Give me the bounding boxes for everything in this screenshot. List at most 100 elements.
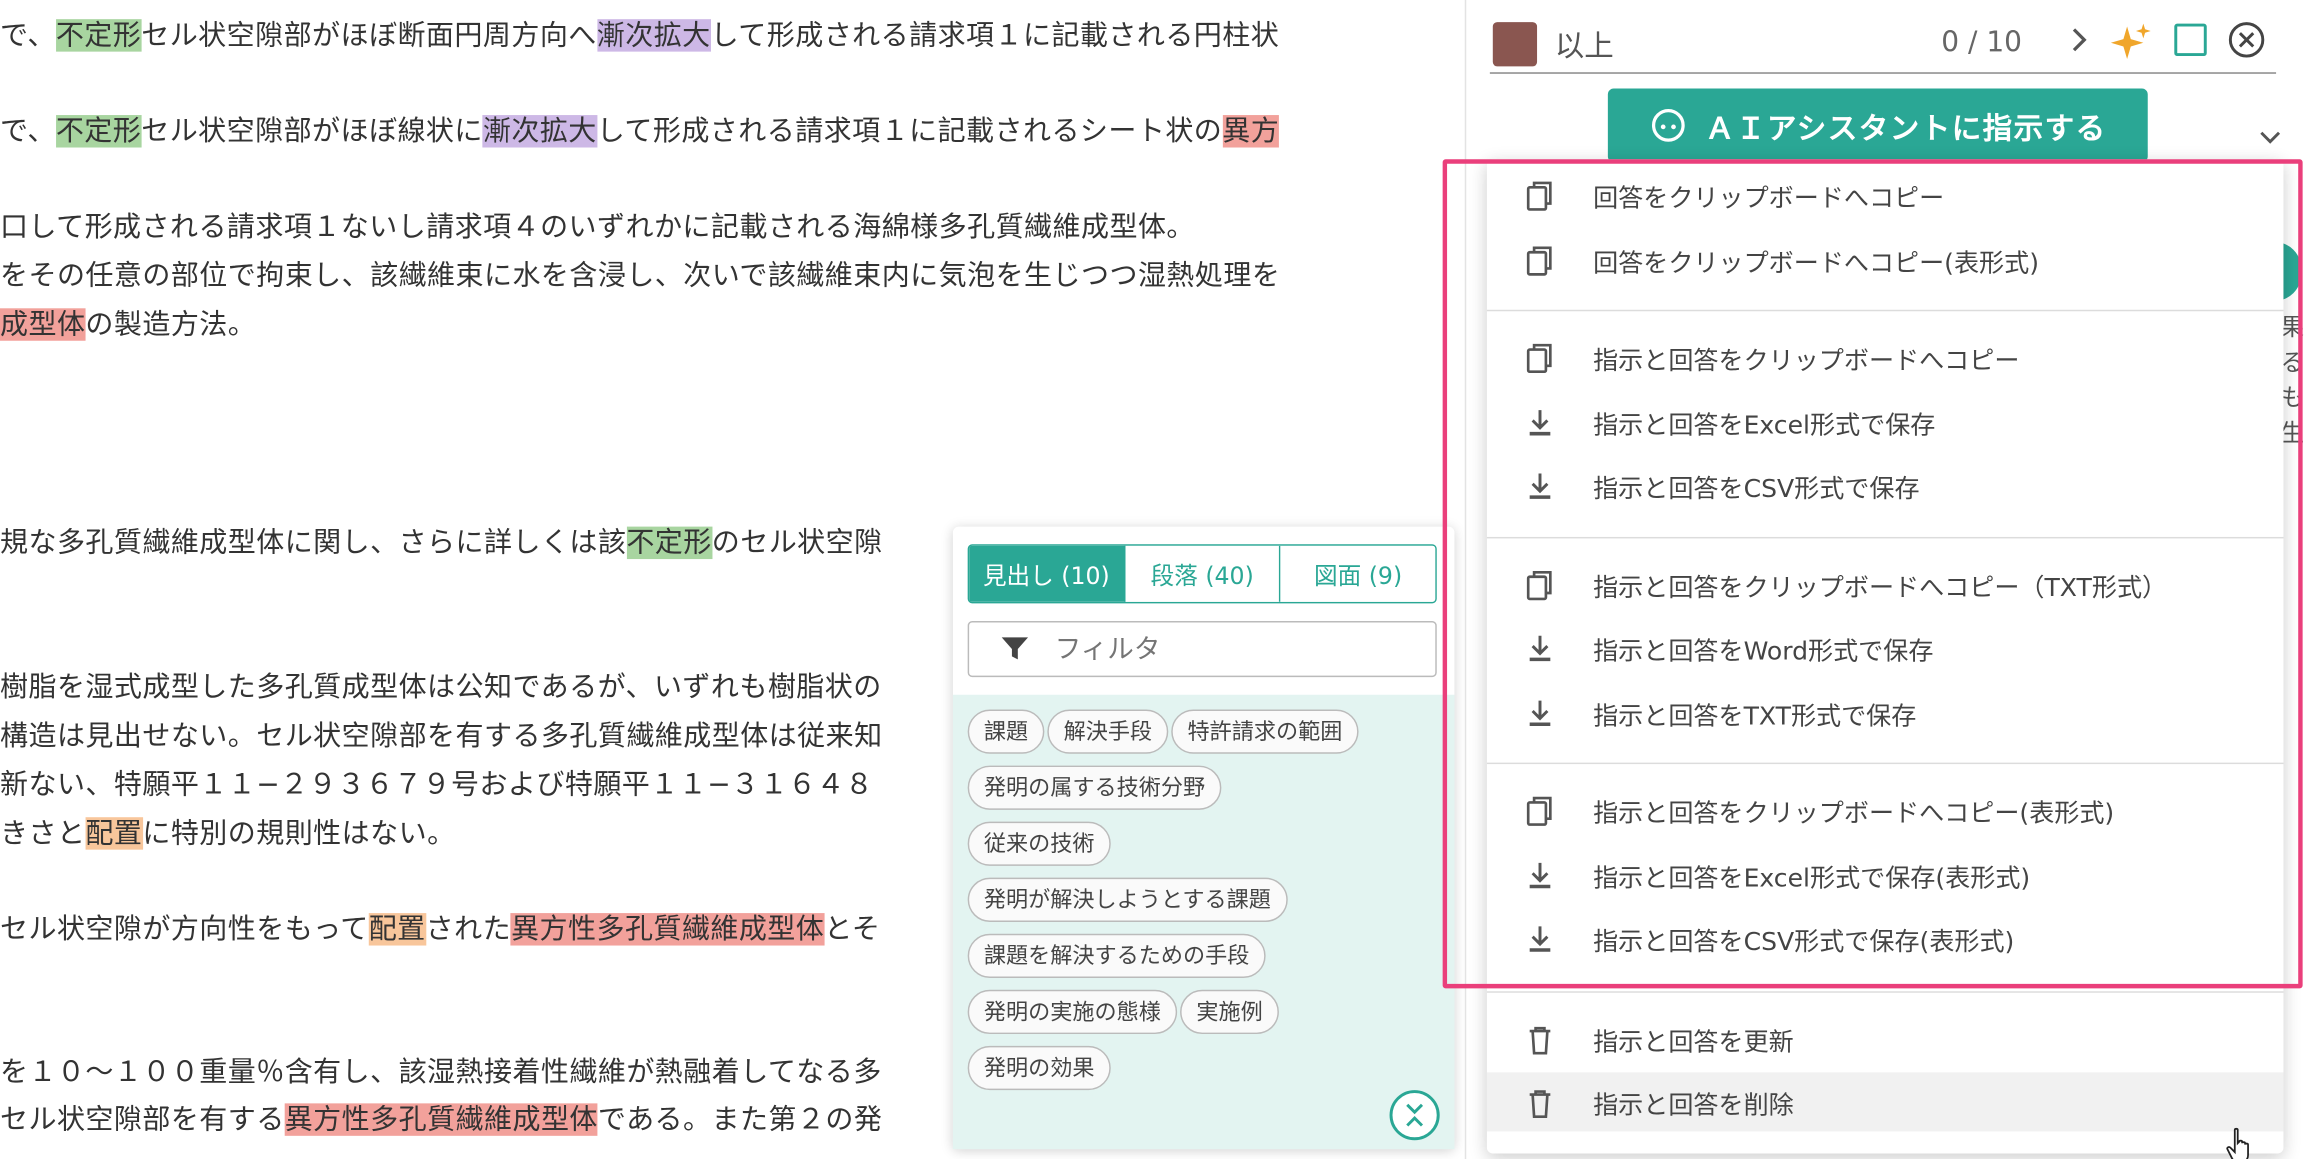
text-segment: して形成される請求項１に記載されるシート状の [596, 115, 1223, 148]
download-icon [1529, 473, 1551, 499]
outline-tabs: 見出し (10) 段落 (40) 図面 (9) [967, 544, 1437, 604]
text-segment: 新ない、特願平１１−２９３６７９号および特願平１１−３１６４８ [0, 768, 874, 801]
text-segment: 口して形成される請求項１ないし請求項４のいずれかに記載される海綿様多孔質繊維成型… [0, 210, 1195, 244]
menu-item[interactable]: 指示と回答をExcel形式で保存(表形式) [1487, 845, 2284, 904]
heading-chip[interactable]: 発明の属する技術分野 [967, 765, 1222, 810]
heading-chip[interactable]: 課題 [967, 709, 1045, 754]
menu-item-label: 指示と回答をクリップボードへコピー（TXT形式） [1593, 573, 2168, 604]
text-segment: に特別の規則性はない。 [142, 817, 456, 850]
document-line: 樹脂を湿式成型した多孔質成型体は公知であるが、いずれも樹脂状の [0, 665, 882, 709]
heading-chip[interactable]: 実施例 [1180, 989, 1279, 1035]
menu-item-label: 指示と回答を更新 [1593, 1028, 1794, 1058]
condition-bar: 以上 0 / 10 [1489, 15, 2277, 74]
chip-row: 課題を解決するための手段 [967, 933, 1440, 990]
heading-chip[interactable]: 従来の技術 [967, 821, 1111, 866]
checkbox-square-icon[interactable] [2174, 23, 2207, 57]
keyword-highlight: 漸次拡大 [482, 115, 597, 148]
chevron-down-icon[interactable] [2257, 127, 2284, 148]
document-line: きさと配置に特別の規則性はない。 [0, 811, 456, 855]
document-line: をその任意の部位で拘束し、該繊維束に水を含浸し、次いで該繊維束内に気泡を生じつつ… [0, 254, 1280, 298]
menu-item-label: 指示と回答をExcel形式で保存(表形式) [1593, 864, 2031, 894]
text-segment: で、 [0, 19, 56, 52]
menu-item[interactable]: 指示と回答をクリップボードへコピー(表形式) [1487, 780, 2284, 839]
menu-item-label: 指示と回答をクリップボードへコピー [1593, 346, 2020, 377]
chip-row: 発明の属する技術分野 [967, 765, 1440, 822]
keyword-highlight: 不定形 [55, 19, 142, 52]
chip-row: 発明の実施の態様 実施例 [967, 989, 1440, 1046]
menu-item[interactable]: 指示と回答をWord形式で保存 [1487, 618, 2284, 677]
text-segment: セル状空隙部がほぼ線状に [141, 115, 483, 148]
document-line: セル状空隙が方向性をもって配置された異方性多孔質繊維成型体とそ [0, 907, 880, 951]
text-segment: のセル状空隙 [711, 526, 883, 560]
tab-headings[interactable]: 見出し (10) [969, 545, 1126, 602]
assistant-headset-icon [1651, 109, 1685, 142]
copy-icon [1526, 796, 1552, 826]
text-segment: セル状空隙部がほぼ断面円周方向へ [141, 19, 597, 52]
text-segment: きさと [0, 817, 86, 850]
keyword-highlight: 不定形 [626, 526, 712, 560]
filter-box [967, 621, 1437, 678]
text-segment: の製造方法。 [85, 308, 257, 341]
menu-divider [1486, 536, 2284, 539]
next-arrow-icon[interactable] [2068, 24, 2092, 56]
menu-item[interactable]: 指示と回答をExcel形式で保存 [1487, 392, 2284, 451]
heading-chip[interactable]: 発明が解決しようとする課題 [967, 877, 1288, 922]
export-menu: 回答をクリップボードへコピー回答をクリップボードへコピー(表形式) 指示と回答をク… [1486, 159, 2284, 1154]
menu-item[interactable]: 指示と回答を削除 [1486, 1072, 2284, 1132]
menu-divider [1486, 991, 2284, 993]
sparkle-icon[interactable] [2109, 21, 2153, 65]
text-segment: を１０〜１００重量％含有し、該湿熱接着性繊維が熱融着してなる多 [0, 1056, 882, 1089]
menu-item[interactable]: 指示と回答を更新 [1487, 1009, 2284, 1068]
result-counter: 0 / 10 [1941, 26, 2022, 60]
document-line: セル状空隙部を有する異方性多孔質繊維成型体である。また第２の発 [0, 1097, 882, 1141]
collapse-button[interactable] [1389, 1090, 1440, 1141]
text-segment: して形成される請求項１に記載される円柱状 [710, 19, 1280, 52]
menu-item[interactable]: 指示と回答をCSV形式で保存 [1487, 456, 2284, 515]
tab-figures[interactable]: 図面 (9) [1280, 545, 1436, 602]
menu-item[interactable]: 回答をクリップボードへコピー(表形式) [1487, 230, 2284, 289]
outline-panel: 見出し (10) 段落 (40) 図面 (9) 課題解決手段特許請求の範囲発明の… [952, 526, 1455, 1150]
ai-assistant-button[interactable]: ＡＩアシスタントに指示する [1607, 88, 2148, 163]
document-line: を１０〜１００重量％含有し、該湿熱接着性繊維が熱融着してなる多 [0, 1050, 882, 1094]
condition-label: 以上 [1554, 28, 1614, 64]
heading-chip-list: 課題 解決手段 特許請求の範囲発明の属する技術分野 従来の技術発明が解決しようとする課… [952, 694, 1455, 1150]
condition-color-swatch[interactable] [1492, 21, 1538, 66]
menu-item[interactable]: 指示と回答をクリップボードへコピー（TXT形式） [1487, 555, 2284, 614]
text-segment: 規な多孔質繊維成型体に関し、さらに詳しくは該 [0, 526, 627, 560]
chip-row: 従来の技術 [967, 821, 1440, 878]
menu-item-label: 指示と回答をTXT形式で保存 [1593, 702, 1917, 732]
keyword-highlight: 不定形 [55, 115, 142, 148]
menu-item[interactable]: 指示と回答をTXT形式で保存 [1487, 683, 2284, 742]
heading-chip[interactable]: 発明の実施の態様 [967, 989, 1178, 1035]
app-root: で、不定形セル状空隙部がほぼ断面円周方向へ漸次拡大して形成される請求項１に記載さ… [0, 0, 2310, 1159]
menu-item-label: 回答をクリップボードへコピー [1593, 184, 1945, 214]
close-circle-icon[interactable] [2227, 21, 2265, 59]
menu-item[interactable]: 指示と回答をCSV形式で保存(表形式) [1487, 909, 2284, 968]
text-segment: をその任意の部位で拘束し、該繊維束に水を含浸し、次いで該繊維束内に気泡を生じつつ… [0, 259, 1281, 293]
filter-input[interactable] [1054, 633, 1409, 665]
download-icon [1529, 926, 1551, 952]
menu-item[interactable]: 回答をクリップボードへコピー [1487, 165, 2284, 224]
download-icon [1529, 862, 1551, 889]
tab-paragraphs[interactable]: 段落 (40) [1125, 545, 1281, 602]
trash-icon [1529, 1090, 1551, 1118]
menu-divider [1486, 762, 2284, 765]
document-line: 成型体の製造方法。 [0, 302, 256, 346]
chip-row: 発明が解決しようとする課題 [967, 877, 1440, 934]
copy-icon [1526, 571, 1552, 601]
filter-icon [1001, 637, 1029, 660]
heading-chip[interactable]: 解決手段 [1047, 709, 1169, 754]
heading-chip[interactable]: 発明の効果 [967, 1045, 1111, 1091]
collapse-icon [1406, 1103, 1424, 1127]
keyword-highlight: 異方 [1222, 115, 1280, 148]
text-segment: 樹脂を湿式成型した多孔質成型体は公知であるが、いずれも樹脂状の [0, 671, 882, 704]
keyword-highlight: 異方性多孔質繊維成型体 [284, 1103, 598, 1136]
menu-item-label: 回答をクリップボードへコピー(表形式) [1593, 249, 2039, 279]
heading-chip[interactable]: 課題を解決するための手段 [967, 933, 1266, 978]
keyword-highlight: 成型体 [0, 308, 86, 341]
menu-divider [1486, 309, 2284, 312]
copy-icon [1526, 246, 1552, 276]
text-segment: セル状空隙部を有する [0, 1103, 285, 1136]
menu-item[interactable]: 指示と回答をクリップボードへコピー [1487, 327, 2284, 386]
heading-chip[interactable]: 特許請求の範囲 [1171, 709, 1359, 754]
